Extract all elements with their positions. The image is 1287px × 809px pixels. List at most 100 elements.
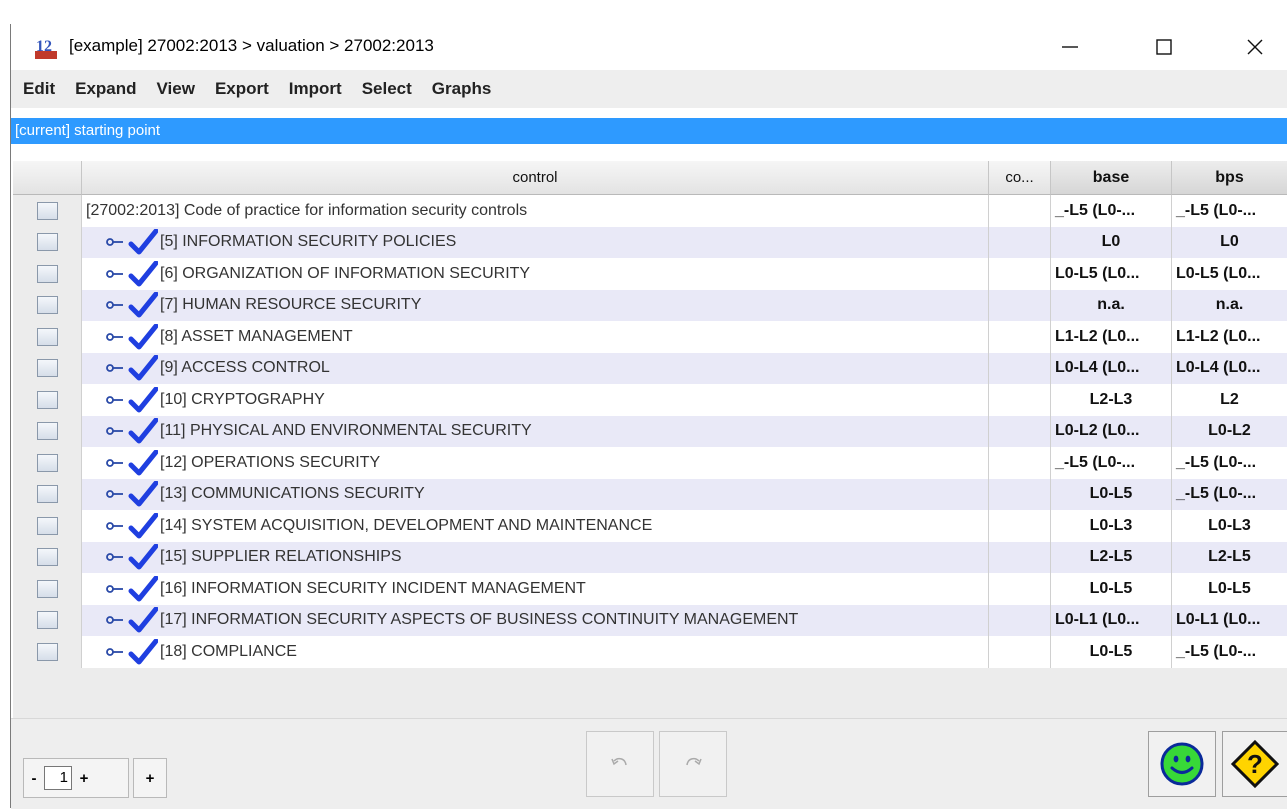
co-cell[interactable] [989, 604, 1051, 636]
status-smiley-button[interactable] [1148, 731, 1216, 797]
minimize-button[interactable] [1047, 24, 1093, 70]
co-cell[interactable] [989, 352, 1051, 384]
undo-button[interactable] [586, 731, 654, 797]
current-state-bar[interactable]: [current] starting point [11, 118, 1287, 144]
co-cell[interactable] [989, 541, 1051, 573]
bps-cell[interactable]: L0-L1 (L0... [1172, 604, 1287, 636]
table-row[interactable]: [10] CRYPTOGRAPHY L2-L3 L2 [13, 384, 1287, 416]
bps-cell[interactable]: L0 [1172, 226, 1287, 258]
table-row[interactable]: [12] OPERATIONS SECURITY _-L5 (L0-... _-L5… [13, 447, 1287, 479]
bps-cell[interactable]: _-L5 (L0-... [1172, 447, 1287, 479]
row-checkbox[interactable] [36, 296, 58, 315]
header-co[interactable]: co... [989, 161, 1051, 195]
row-checkbox[interactable] [36, 201, 58, 220]
redo-button[interactable] [659, 731, 727, 797]
bps-cell[interactable]: _-L5 (L0-... [1172, 478, 1287, 510]
table-row[interactable]: [7] HUMAN RESOURCE SECURITY n.a. n.a. [13, 289, 1287, 321]
table-row[interactable]: [13] COMMUNICATIONS SECURITY L0-L5 _-L5 (L… [13, 478, 1287, 510]
menu-view[interactable]: View [147, 79, 205, 99]
control-cell[interactable]: [16] INFORMATION SECURITY INCIDENT MANAG… [82, 573, 989, 605]
co-cell[interactable] [989, 321, 1051, 353]
menu-import[interactable]: Import [279, 79, 352, 99]
table-row[interactable]: [6] ORGANIZATION OF INFORMATION SECURITY… [13, 258, 1287, 290]
table-row[interactable]: [27002:2013] Code of practice for inform… [13, 195, 1287, 227]
control-cell[interactable]: [12] OPERATIONS SECURITY [82, 447, 989, 479]
control-cell[interactable]: [6] ORGANIZATION OF INFORMATION SECURITY [82, 258, 989, 290]
row-checkbox[interactable] [36, 485, 58, 504]
row-checkbox[interactable] [36, 579, 58, 598]
control-cell[interactable]: [8] ASSET MANAGEMENT [82, 321, 989, 353]
bps-cell[interactable]: _-L5 (L0-... [1172, 195, 1287, 227]
bps-cell[interactable]: L0-L3 [1172, 510, 1287, 542]
table-row[interactable]: [17] INFORMATION SECURITY ASPECTS OF BUS… [13, 604, 1287, 636]
base-cell[interactable]: n.a. [1051, 289, 1172, 321]
menu-graphs[interactable]: Graphs [422, 79, 502, 99]
bps-cell[interactable]: L0-L4 (L0... [1172, 352, 1287, 384]
table-row[interactable]: [11] PHYSICAL AND ENVIRONMENTAL SECURITY… [13, 415, 1287, 447]
bps-cell[interactable]: L2-L5 [1172, 541, 1287, 573]
base-cell[interactable]: _-L5 (L0-... [1051, 447, 1172, 479]
control-cell[interactable]: [13] COMMUNICATIONS SECURITY [82, 478, 989, 510]
co-cell[interactable] [989, 447, 1051, 479]
control-cell[interactable]: [27002:2013] Code of practice for inform… [82, 195, 989, 227]
row-checkbox[interactable] [36, 359, 58, 378]
co-cell[interactable] [989, 636, 1051, 668]
row-checkbox[interactable] [36, 453, 58, 472]
row-checkbox[interactable] [36, 422, 58, 441]
base-cell[interactable]: L0-L2 (L0... [1051, 415, 1172, 447]
header-base[interactable]: base [1051, 161, 1172, 195]
menu-export[interactable]: Export [205, 79, 279, 99]
table-row[interactable]: [9] ACCESS CONTROL L0-L4 (L0... L0-L4 (L0.… [13, 352, 1287, 384]
menu-select[interactable]: Select [352, 79, 422, 99]
bps-cell[interactable]: L2 [1172, 384, 1287, 416]
control-cell[interactable]: [9] ACCESS CONTROL [82, 352, 989, 384]
row-checkbox[interactable] [36, 548, 58, 567]
row-checkbox[interactable] [36, 642, 58, 661]
base-cell[interactable]: L0 [1051, 226, 1172, 258]
base-cell[interactable]: L1-L2 (L0... [1051, 321, 1172, 353]
table-row[interactable]: [14] SYSTEM ACQUISITION, DEVELOPMENT AND… [13, 510, 1287, 542]
base-cell[interactable]: L0-L1 (L0... [1051, 604, 1172, 636]
bps-cell[interactable]: L0-L5 (L0... [1172, 258, 1287, 290]
page-decrement-button[interactable]: - [24, 770, 44, 787]
row-checkbox[interactable] [36, 516, 58, 535]
row-checkbox[interactable] [36, 327, 58, 346]
base-cell[interactable]: L0-L5 [1051, 573, 1172, 605]
row-checkbox[interactable] [36, 390, 58, 409]
table-row[interactable]: [15] SUPPLIER RELATIONSHIPS L2-L5 L2-L5 [13, 541, 1287, 573]
table-row[interactable]: [18] COMPLIANCE L0-L5 _-L5 (L0-... [13, 636, 1287, 668]
header-select[interactable] [13, 161, 82, 195]
page-number-input[interactable]: 1 [44, 766, 72, 790]
co-cell[interactable] [989, 226, 1051, 258]
maximize-button[interactable] [1141, 24, 1187, 70]
help-button[interactable]: ? [1222, 731, 1287, 797]
base-cell[interactable]: L0-L4 (L0... [1051, 352, 1172, 384]
control-cell[interactable]: [15] SUPPLIER RELATIONSHIPS [82, 541, 989, 573]
co-cell[interactable] [989, 510, 1051, 542]
bps-cell[interactable]: L0-L2 [1172, 415, 1287, 447]
control-cell[interactable]: [17] INFORMATION SECURITY ASPECTS OF BUS… [82, 604, 989, 636]
bps-cell[interactable]: n.a. [1172, 289, 1287, 321]
header-bps[interactable]: bps [1172, 161, 1287, 195]
menu-edit[interactable]: Edit [11, 79, 65, 99]
control-cell[interactable]: [10] CRYPTOGRAPHY [82, 384, 989, 416]
base-cell[interactable]: L0-L5 (L0... [1051, 258, 1172, 290]
co-cell[interactable] [989, 384, 1051, 416]
row-checkbox[interactable] [36, 264, 58, 283]
co-cell[interactable] [989, 195, 1051, 227]
table-row[interactable]: [5] INFORMATION SECURITY POLICIES L0 L0 [13, 226, 1287, 258]
table-row[interactable]: [8] ASSET MANAGEMENT L1-L2 (L0... L1-L2 (L… [13, 321, 1287, 353]
control-cell[interactable]: [7] HUMAN RESOURCE SECURITY [82, 289, 989, 321]
co-cell[interactable] [989, 289, 1051, 321]
base-cell[interactable]: L0-L3 [1051, 510, 1172, 542]
row-checkbox[interactable] [36, 611, 58, 630]
bps-cell[interactable]: L0-L5 [1172, 573, 1287, 605]
control-cell[interactable]: [14] SYSTEM ACQUISITION, DEVELOPMENT AND… [82, 510, 989, 542]
header-control[interactable]: control [82, 161, 989, 195]
base-cell[interactable]: L0-L5 [1051, 478, 1172, 510]
page-increment-button[interactable]: + [72, 770, 96, 787]
base-cell[interactable]: L2-L5 [1051, 541, 1172, 573]
close-button[interactable] [1232, 24, 1278, 70]
base-cell[interactable]: _-L5 (L0-... [1051, 195, 1172, 227]
row-checkbox[interactable] [36, 233, 58, 252]
